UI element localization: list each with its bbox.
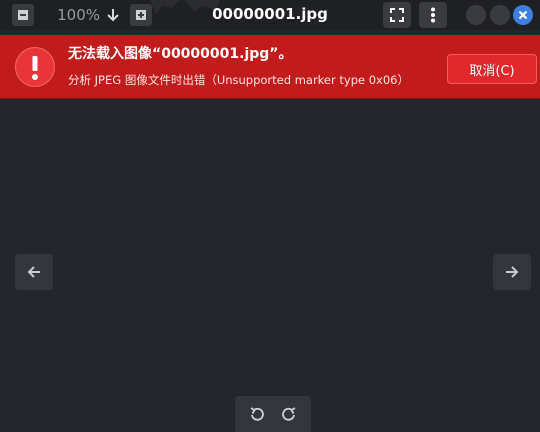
plus-icon (135, 9, 147, 21)
zoom-controls: 100% (12, 3, 152, 26)
rotate-toolbar (235, 396, 311, 432)
close-button[interactable] (513, 5, 533, 25)
minus-icon (17, 9, 29, 21)
vertical-dots-icon (430, 7, 436, 23)
zoom-in-button[interactable] (130, 3, 152, 26)
error-icon (15, 47, 55, 87)
rotate-left-button[interactable] (249, 406, 265, 422)
close-icon (518, 10, 528, 20)
menu-button[interactable] (419, 2, 447, 28)
maximize-button[interactable] (490, 5, 510, 25)
zoom-level-dropdown[interactable]: 100% (34, 3, 130, 26)
rotate-left-icon (250, 407, 264, 421)
error-message: 分析 JPEG 图像文件时出错（Unsupported marker type … (68, 73, 409, 87)
arrow-down-icon (106, 8, 120, 22)
arrow-right-icon (505, 265, 519, 279)
cancel-button[interactable]: 取消(C) (447, 54, 537, 84)
fullscreen-icon (390, 8, 404, 22)
rotate-right-icon (282, 407, 296, 421)
fullscreen-button[interactable] (383, 2, 411, 28)
zoom-level-label: 100% (57, 5, 100, 24)
error-banner: 无法载入图像“00000001.jpg”。 分析 JPEG 图像文件时出错（Un… (0, 35, 540, 99)
arrow-left-icon (27, 265, 41, 279)
minimize-button[interactable] (466, 5, 486, 25)
next-image-button[interactable] (493, 254, 531, 290)
header-bar: 100% 00000001.jpg (0, 0, 540, 30)
rotate-right-button[interactable] (281, 406, 297, 422)
zoom-out-button[interactable] (12, 3, 34, 26)
window-title: 00000001.jpg (212, 5, 328, 23)
previous-image-button[interactable] (15, 254, 53, 290)
error-title: 无法载入图像“00000001.jpg”。 (68, 46, 293, 62)
